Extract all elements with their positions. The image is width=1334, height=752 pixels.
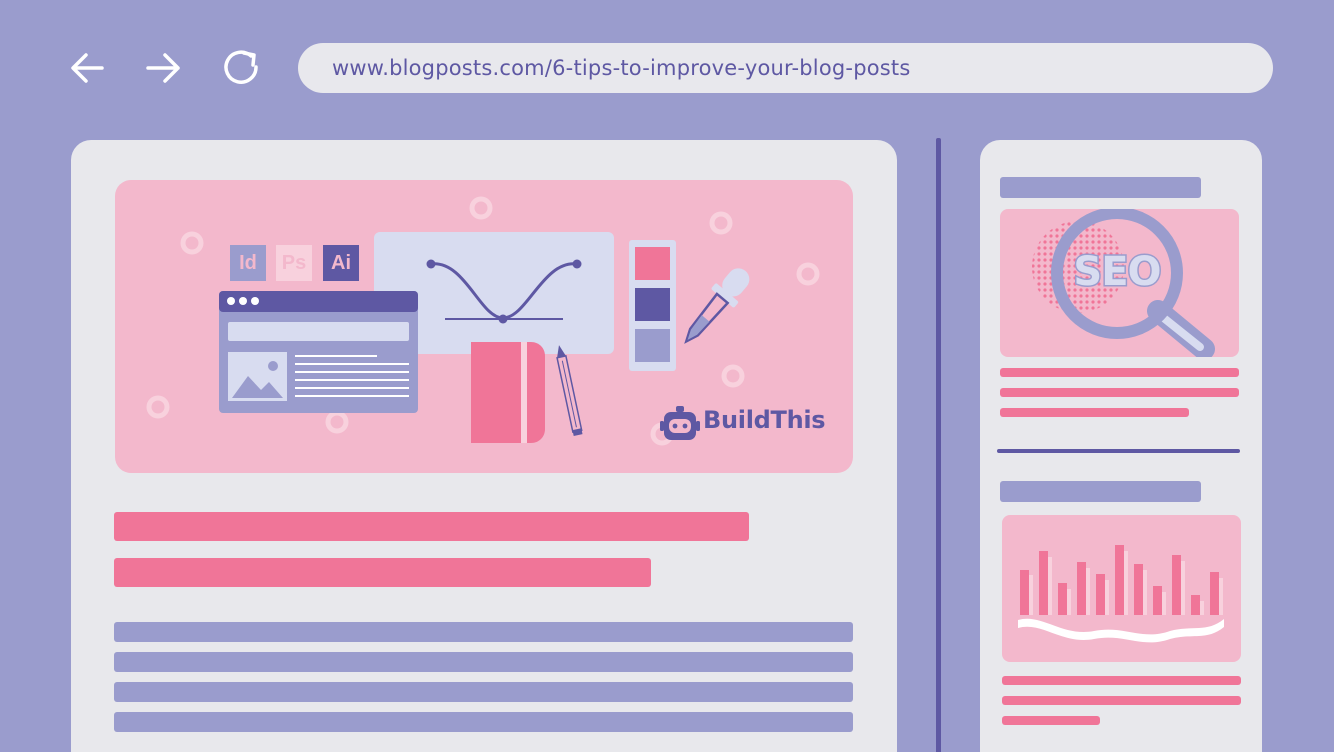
article-title-line-1 bbox=[114, 512, 749, 541]
sidebar-card-text-line bbox=[1000, 388, 1239, 397]
illustrator-icon: Ai bbox=[323, 245, 359, 281]
arrow-left-icon bbox=[71, 53, 104, 83]
article-title-line-2 bbox=[114, 558, 651, 587]
seo-label: SEO bbox=[1072, 248, 1163, 297]
article-panel: Id Ps Ai BuildThis bbox=[71, 140, 897, 752]
buildthis-logo: BuildThis bbox=[703, 406, 826, 434]
hero-image: Id Ps Ai BuildThis bbox=[115, 180, 853, 473]
back-button[interactable] bbox=[66, 46, 110, 90]
bar-chart-icon bbox=[1018, 545, 1224, 643]
forward-button[interactable] bbox=[142, 46, 186, 90]
seo-thumbnail[interactable]: SEO bbox=[1000, 209, 1239, 357]
sidebar-card-text-line bbox=[1002, 676, 1241, 685]
sidebar-panel: SEO bbox=[980, 140, 1262, 752]
sidebar-card-text-line bbox=[1000, 408, 1189, 417]
panel-divider bbox=[936, 138, 941, 752]
article-text-line bbox=[114, 622, 853, 642]
analytics-thumbnail[interactable] bbox=[1002, 515, 1241, 662]
sidebar-card-text-line bbox=[1000, 368, 1239, 377]
sidebar-card-heading bbox=[1000, 177, 1201, 198]
arrow-right-icon bbox=[146, 53, 180, 83]
reload-icon bbox=[224, 50, 258, 84]
sidebar-divider bbox=[997, 449, 1240, 453]
article-text-line bbox=[114, 682, 853, 702]
photoshop-icon: Ps bbox=[276, 245, 312, 281]
sidebar-card-text-line bbox=[1002, 696, 1241, 705]
sidebar-card-text-line bbox=[1002, 716, 1100, 725]
article-text-line bbox=[114, 712, 853, 732]
sidebar-card-heading bbox=[1000, 481, 1201, 502]
address-bar[interactable]: www.blogposts.com/6-tips-to-improve-your… bbox=[298, 43, 1273, 93]
reload-button[interactable] bbox=[220, 46, 264, 90]
url-text: www.blogposts.com/6-tips-to-improve-your… bbox=[332, 56, 911, 80]
article-text-line bbox=[114, 652, 853, 672]
indesign-icon: Id bbox=[230, 245, 266, 281]
